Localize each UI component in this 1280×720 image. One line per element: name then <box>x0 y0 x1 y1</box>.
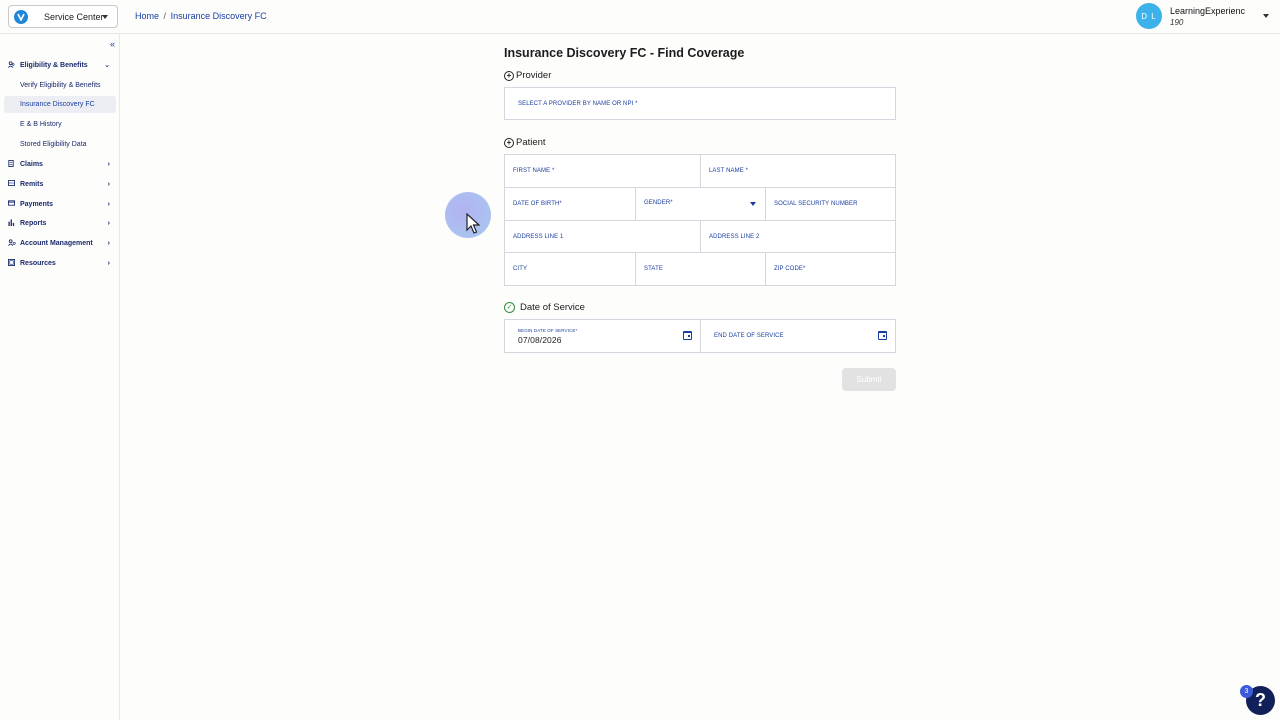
card-icon <box>8 200 16 208</box>
sidebar-item-stored-eligibility[interactable]: Stored Eligibility Data <box>4 136 116 153</box>
breadcrumb-current: Insurance Discovery FC <box>170 11 267 21</box>
date-of-service-section-header[interactable]: ✓ Date of Service <box>504 302 585 313</box>
sidebar: « Eligibility & Benefits ⌄ Verify Eligib… <box>0 34 120 720</box>
top-bar: Service Center Home / Insurance Discover… <box>0 0 1280 34</box>
field-label: CITY <box>513 266 528 272</box>
sidebar-item-label: Remits <box>20 180 44 188</box>
sidebar-item-eb-history[interactable]: E & B History <box>4 116 116 133</box>
field-label: SOCIAL SECURITY NUMBER <box>774 201 858 207</box>
user-id: 190 <box>1170 18 1184 27</box>
field-label: LAST NAME * <box>709 168 749 174</box>
chevron-right-icon: › <box>107 239 110 247</box>
sidebar-item-label: Claims <box>20 160 43 168</box>
sidebar-item-verify-eligibility[interactable]: Verify Eligibility & Benefits <box>4 77 116 94</box>
sidebar-item-insurance-discovery[interactable]: Insurance Discovery FC <box>4 96 116 113</box>
section-title: Date of Service <box>520 302 585 313</box>
chevron-right-icon: › <box>107 160 110 168</box>
begin-date-field[interactable]: BEGIN DATE OF SERVICE* 07/08/2026 <box>504 319 701 353</box>
caret-down-icon <box>102 15 108 19</box>
bar-chart-icon <box>8 218 16 228</box>
field-label: STATE <box>644 266 663 272</box>
app-name: Service Center <box>44 11 104 22</box>
address-line-1-field[interactable]: ADDRESS LINE 1 <box>504 220 701 253</box>
calendar-icon[interactable] <box>683 331 692 340</box>
section-title: Patient <box>516 137 546 148</box>
zip-code-field[interactable]: ZIP CODE* <box>765 252 896 286</box>
chevron-right-icon: › <box>107 259 110 267</box>
check-circle-icon: ✓ <box>504 302 515 313</box>
date-of-birth-field[interactable]: DATE OF BIRTH* <box>504 187 636 221</box>
field-label: BEGIN DATE OF SERVICE* <box>518 327 578 333</box>
sidebar-item-label: Resources <box>20 259 56 267</box>
sidebar-item-claims[interactable]: Claims › <box>4 155 116 173</box>
mouse-cursor-icon <box>466 213 480 234</box>
user-name[interactable]: LearningExperienc <box>1170 6 1245 16</box>
address-line-2-field[interactable]: ADDRESS LINE 2 <box>700 220 896 253</box>
chevron-right-icon: › <box>107 219 110 227</box>
sidebar-item-account-management[interactable]: Account Management › <box>4 234 116 252</box>
field-label: ADDRESS LINE 1 <box>513 233 564 240</box>
sidebar-item-label: Payments <box>20 200 54 208</box>
avatar[interactable]: D L <box>1136 3 1162 29</box>
field-label: FIRST NAME * <box>513 168 555 174</box>
add-circle-icon: + <box>504 137 514 148</box>
sidebar-item-remits[interactable]: Remits › <box>4 175 116 193</box>
user-menu-caret-icon[interactable] <box>1263 14 1269 18</box>
city-field[interactable]: CITY <box>504 252 636 286</box>
add-circle-icon: + <box>504 70 514 81</box>
sidebar-item-reports[interactable]: Reports › <box>4 214 116 232</box>
breadcrumb-home[interactable]: Home <box>135 11 159 21</box>
account-icon <box>8 238 16 248</box>
sidebar-item-resources[interactable]: Resources › <box>4 254 116 272</box>
field-label: END DATE OF SERVICE <box>714 333 784 339</box>
field-value: 07/08/2026 <box>518 334 562 345</box>
field-label: GENDER* <box>644 200 673 206</box>
field-label: ADDRESS LINE 2 <box>709 233 760 240</box>
ssn-field[interactable]: SOCIAL SECURITY NUMBER <box>765 187 896 221</box>
provider-select[interactable]: SELECT A PROVIDER BY NAME OR NPI * <box>504 87 896 120</box>
end-date-field[interactable]: END DATE OF SERVICE <box>700 319 896 353</box>
sidebar-item-label: Eligibility & Benefits <box>20 61 88 69</box>
patient-section-header[interactable]: + Patient <box>504 137 546 148</box>
chevron-down-icon: ⌄ <box>104 62 110 69</box>
notification-badge: 3 <box>1240 685 1253 698</box>
app-logo-icon <box>14 9 28 24</box>
field-label: DATE OF BIRTH* <box>513 201 562 207</box>
gender-select[interactable]: GENDER* <box>635 187 766 221</box>
collapse-sidebar-icon[interactable]: « <box>110 39 115 49</box>
chevron-right-icon: › <box>107 180 110 188</box>
provider-section-header[interactable]: + Provider <box>504 70 551 81</box>
field-label: SELECT A PROVIDER BY NAME OR NPI * <box>518 100 638 107</box>
caret-down-icon <box>750 202 756 206</box>
sidebar-item-eligibility[interactable]: Eligibility & Benefits ⌄ <box>4 56 116 74</box>
last-name-field[interactable]: LAST NAME * <box>700 154 896 188</box>
app-switcher[interactable]: Service Center <box>8 5 118 28</box>
section-title: Provider <box>516 70 552 81</box>
list-icon <box>8 180 16 188</box>
submit-button[interactable]: Submit <box>842 368 896 391</box>
state-field[interactable]: STATE <box>635 252 766 286</box>
breadcrumb: Home / Insurance Discovery FC <box>135 11 267 21</box>
sidebar-item-label: Reports <box>20 219 47 227</box>
document-icon <box>8 159 16 169</box>
breadcrumb-separator: / <box>163 11 167 21</box>
page-title: Insurance Discovery FC - Find Coverage <box>504 46 745 60</box>
users-icon <box>8 60 16 70</box>
sidebar-item-label: Account Management <box>20 239 93 247</box>
field-label: ZIP CODE* <box>774 266 806 272</box>
calendar-icon[interactable] <box>878 331 887 340</box>
sidebar-item-payments[interactable]: Payments › <box>4 195 116 213</box>
first-name-field[interactable]: FIRST NAME * <box>504 154 701 188</box>
chevron-right-icon: › <box>107 200 110 208</box>
book-icon <box>8 258 16 268</box>
